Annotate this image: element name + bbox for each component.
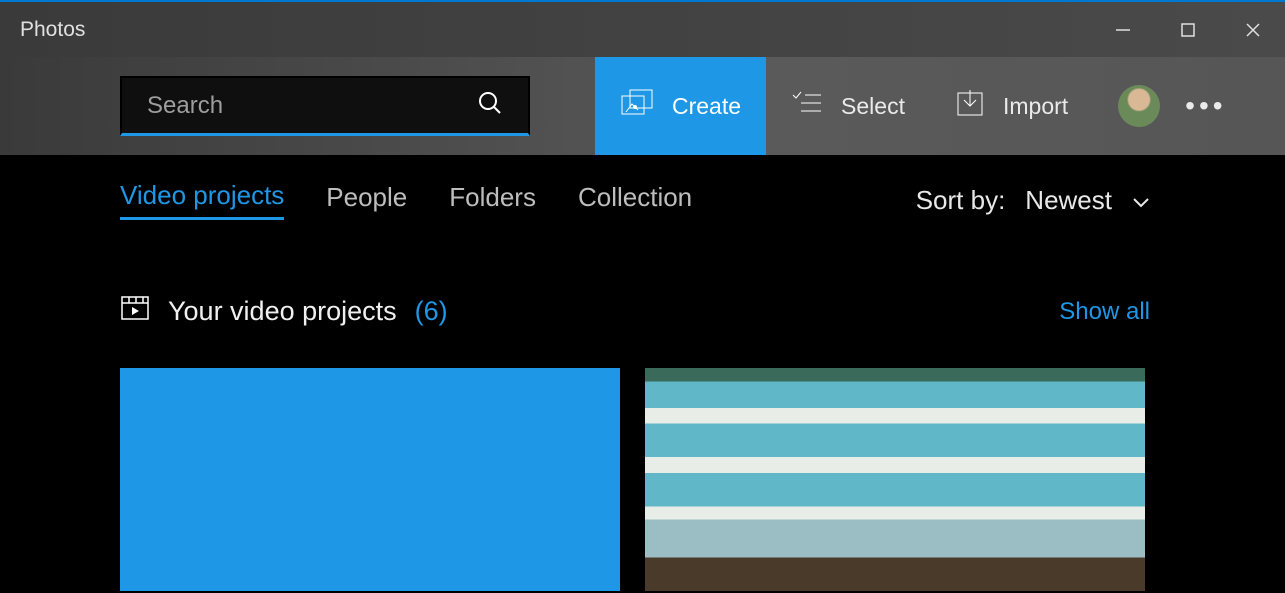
section-count: (6): [415, 296, 448, 327]
app-title: Photos: [20, 18, 85, 42]
minimize-button[interactable]: [1090, 2, 1155, 57]
create-button[interactable]: Create: [595, 57, 766, 155]
project-thumbnail[interactable]: [645, 368, 1145, 591]
more-icon: •••: [1185, 90, 1226, 121]
maximize-button[interactable]: [1155, 2, 1220, 57]
more-button[interactable]: •••: [1185, 90, 1226, 122]
chevron-down-icon: [1132, 185, 1150, 216]
create-label: Create: [672, 93, 741, 120]
select-label: Select: [841, 93, 905, 120]
minimize-icon: [1114, 21, 1132, 39]
select-button[interactable]: Select: [766, 57, 930, 155]
sort-label: Sort by:: [916, 185, 1006, 216]
close-icon: [1244, 21, 1262, 39]
project-thumbnail[interactable]: [120, 368, 620, 591]
search-input[interactable]: [147, 92, 477, 120]
toolbar: Create Select Import •••: [0, 57, 1285, 155]
search-icon: [477, 90, 503, 121]
sort-value: Newest: [1025, 185, 1112, 216]
tab-folders[interactable]: Folders: [449, 182, 536, 219]
section-title: Your video projects: [168, 296, 397, 327]
section-header: Your video projects (6) Show all: [120, 295, 1150, 328]
import-button[interactable]: Import: [930, 57, 1093, 155]
content-area: Video projects People Folders Collection…: [0, 155, 1285, 591]
sort-control[interactable]: Sort by: Newest: [916, 185, 1150, 216]
tab-people[interactable]: People: [326, 182, 407, 219]
maximize-icon: [1180, 22, 1196, 38]
create-icon: [620, 88, 654, 124]
user-avatar[interactable]: [1118, 85, 1160, 127]
title-bar: Photos: [0, 2, 1285, 57]
search-box[interactable]: [120, 76, 530, 136]
select-icon: [791, 90, 823, 122]
tabs: Video projects People Folders Collection…: [120, 180, 1285, 220]
tab-collection[interactable]: Collection: [578, 182, 692, 219]
import-icon: [955, 88, 985, 124]
import-label: Import: [1003, 93, 1068, 120]
tab-video-projects[interactable]: Video projects: [120, 180, 284, 220]
close-button[interactable]: [1220, 2, 1285, 57]
window-controls: [1090, 2, 1285, 57]
show-all-link[interactable]: Show all: [1059, 298, 1150, 326]
film-icon: [120, 295, 150, 328]
projects-row: [120, 368, 1150, 591]
video-projects-section: Your video projects (6) Show all: [120, 295, 1285, 591]
